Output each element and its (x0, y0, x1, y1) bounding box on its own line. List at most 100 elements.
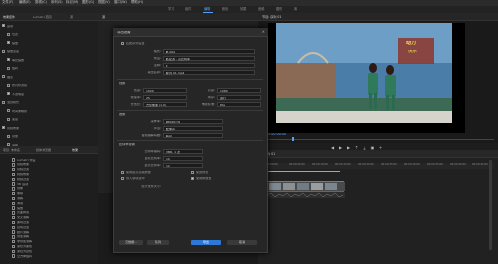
effect-row[interactable]: 等比缩放 (2, 58, 98, 62)
menu-clip[interactable]: 剪辑(C) (35, 0, 47, 4)
effect-list-item[interactable]: 页面剥落 (12, 211, 102, 215)
effect-row[interactable]: 防闪烁滤镜 (2, 83, 98, 88)
effect-row[interactable]: 时间重映射 (2, 109, 98, 113)
bitrate-field-input[interactable]: 10 (163, 156, 203, 161)
workspace-tab-graphics[interactable]: 图形 (276, 7, 282, 11)
effect-toggle-checkbox[interactable] (7, 109, 10, 113)
option-checkbox[interactable] (191, 177, 194, 180)
program-scrub-bar[interactable] (266, 139, 494, 140)
effect-toggle-checkbox[interactable] (2, 126, 5, 130)
cancel-button[interactable]: 取消 (227, 240, 257, 245)
audio-field-input[interactable]: AAC ▾ (163, 133, 223, 138)
tab-lumetri-scopes[interactable]: Lumetri 范围 (33, 15, 52, 19)
option-checkbox[interactable] (121, 171, 124, 174)
export-button[interactable]: 导出 (191, 240, 221, 245)
video-field-input[interactable]: 逐行 (217, 95, 261, 100)
audio-clip[interactable] (266, 191, 345, 198)
menu-sequence[interactable]: 序列(S) (51, 0, 63, 4)
effect-row[interactable]: 运动 (2, 24, 98, 28)
effect-list-item[interactable]: 渐隐为黑色 (12, 244, 102, 249)
audio-field-input[interactable]: 48000 Hz ▾ (163, 119, 223, 124)
tab-effect-controls[interactable]: 效果控件 (3, 15, 15, 19)
video-field-input[interactable]: 1920 (143, 88, 187, 93)
effect-list-item[interactable]: 滑动 (12, 201, 102, 205)
effect-row[interactable]: 速度 (2, 117, 98, 122)
effect-row[interactable]: 音量 (2, 134, 98, 139)
workspace-tab-audio[interactable]: 音频 (258, 7, 264, 11)
option-checkbox[interactable] (121, 177, 124, 180)
audio-field-input[interactable]: 立体声 ▾ (163, 126, 223, 131)
effect-list-item[interactable]: 缩放 (12, 206, 102, 210)
export-field-input[interactable]: H.264 ▾ (163, 49, 255, 54)
effect-list-item[interactable]: 白场过渡 (12, 225, 102, 229)
option-checkbox[interactable] (191, 171, 194, 174)
effect-toggle-checkbox[interactable] (7, 117, 10, 121)
bitrate-field-input[interactable]: VBR, 1 次 (163, 149, 203, 154)
effect-list-item[interactable]: 视频效果 (12, 172, 102, 177)
effect-list-item[interactable]: 立方体旋转 (12, 254, 102, 258)
effect-list-item[interactable]: 划像 (12, 187, 102, 191)
effect-row[interactable]: 锚点 (2, 75, 98, 79)
timeline-vertical-scrollbar[interactable] (489, 160, 492, 250)
effect-toggle-checkbox[interactable] (7, 83, 10, 87)
menu-edit[interactable]: 编辑(E) (19, 0, 31, 4)
effect-list-item[interactable]: 渐隐为白色 (12, 249, 102, 253)
match-sequence-checkbox[interactable] (121, 42, 124, 45)
export-field-input[interactable]: ▾ (163, 63, 255, 68)
effect-toggle-checkbox[interactable] (7, 66, 10, 70)
menu-marker[interactable]: 标记(M) (66, 0, 78, 4)
effect-row[interactable]: 音频效果 (2, 126, 98, 130)
effect-row[interactable]: 旋转 (2, 66, 98, 71)
workspace-tab-effects[interactable]: 效果 (240, 7, 246, 11)
effect-toggle-checkbox[interactable] (2, 24, 5, 28)
tab-source-panel[interactable]: 源 (102, 15, 105, 19)
workspace-tab-learn[interactable]: 学习 (168, 7, 174, 11)
video-field-input[interactable]: PAL (217, 102, 261, 107)
effect-list-item[interactable]: 音频过渡 (12, 167, 102, 172)
effect-row[interactable]: 缩放 (2, 41, 98, 45)
effect-list-item[interactable]: 叠加溶解 (12, 235, 102, 239)
effect-toggle-checkbox[interactable] (7, 58, 10, 62)
menu-file[interactable]: 文件(F) (2, 0, 13, 4)
effect-list-item[interactable]: 胶片溶解 (12, 230, 102, 234)
program-timecode[interactable]: 00:00:00:00 (266, 133, 286, 136)
program-video-frame[interactable]: 动力 快乐 (268, 23, 465, 133)
video-field-input[interactable]: 1080 (217, 88, 261, 93)
metadata-button[interactable]: 元数据... (119, 240, 143, 245)
tab-media-browser[interactable]: 媒体浏览器 (36, 148, 51, 152)
effect-row[interactable]: 缩放宽度 (2, 49, 98, 54)
tab-source[interactable]: 源 (70, 15, 73, 19)
effect-toggle-checkbox[interactable] (7, 134, 10, 138)
effect-list-item[interactable]: 音频效果 (12, 163, 102, 167)
menu-window[interactable]: 窗口(W) (114, 0, 127, 4)
effect-list-item[interactable]: 非叠加溶解 (12, 239, 102, 244)
effect-toggle-checkbox[interactable] (2, 100, 5, 104)
menu-view[interactable]: 视图(V) (98, 0, 110, 4)
workspace-tab-editing[interactable]: 编辑 (204, 7, 210, 11)
effect-toggle-checkbox[interactable] (7, 32, 10, 36)
export-field-input[interactable]: 序列 01.mp4 ▾ (163, 70, 255, 75)
effect-toggle-checkbox[interactable] (7, 92, 10, 96)
effect-list-item[interactable]: Lumetri 预设 (12, 158, 102, 162)
effect-toggle-checkbox[interactable] (7, 41, 10, 45)
workspace-tab-color[interactable]: 颜色 (222, 7, 228, 11)
effect-row[interactable]: 位置 (2, 32, 98, 37)
effect-list-item[interactable]: 擦除 (12, 191, 102, 196)
workspace-tab-assembly[interactable]: 组件 (185, 7, 191, 11)
menu-graphics[interactable]: 图形(G) (82, 0, 94, 4)
timeline-ruler[interactable]: 00:00:00 00:00:05:00 00:00:10:00 00:00:1… (266, 163, 494, 169)
close-icon[interactable]: × (262, 30, 265, 34)
video-field-input[interactable]: 方形像素 (1.0) (143, 102, 187, 107)
program-playhead[interactable] (292, 137, 294, 141)
effect-toggle-checkbox[interactable] (2, 75, 5, 79)
video-field-input[interactable]: 25 (143, 95, 187, 100)
tab-effects[interactable]: 效果 (72, 148, 78, 152)
effect-list-item[interactable]: 交叉溶解 (12, 215, 102, 220)
effect-row[interactable]: 混合模式 (2, 100, 98, 105)
effect-row[interactable]: 不透明度 (2, 92, 98, 96)
effect-list-item[interactable]: 黑场过渡 (12, 220, 102, 225)
video-clip[interactable] (266, 181, 345, 191)
bitrate-field-input[interactable]: 12 (163, 163, 203, 168)
effect-list-item[interactable]: 3D 运动 (12, 182, 102, 186)
effect-toggle-checkbox[interactable] (2, 49, 5, 53)
